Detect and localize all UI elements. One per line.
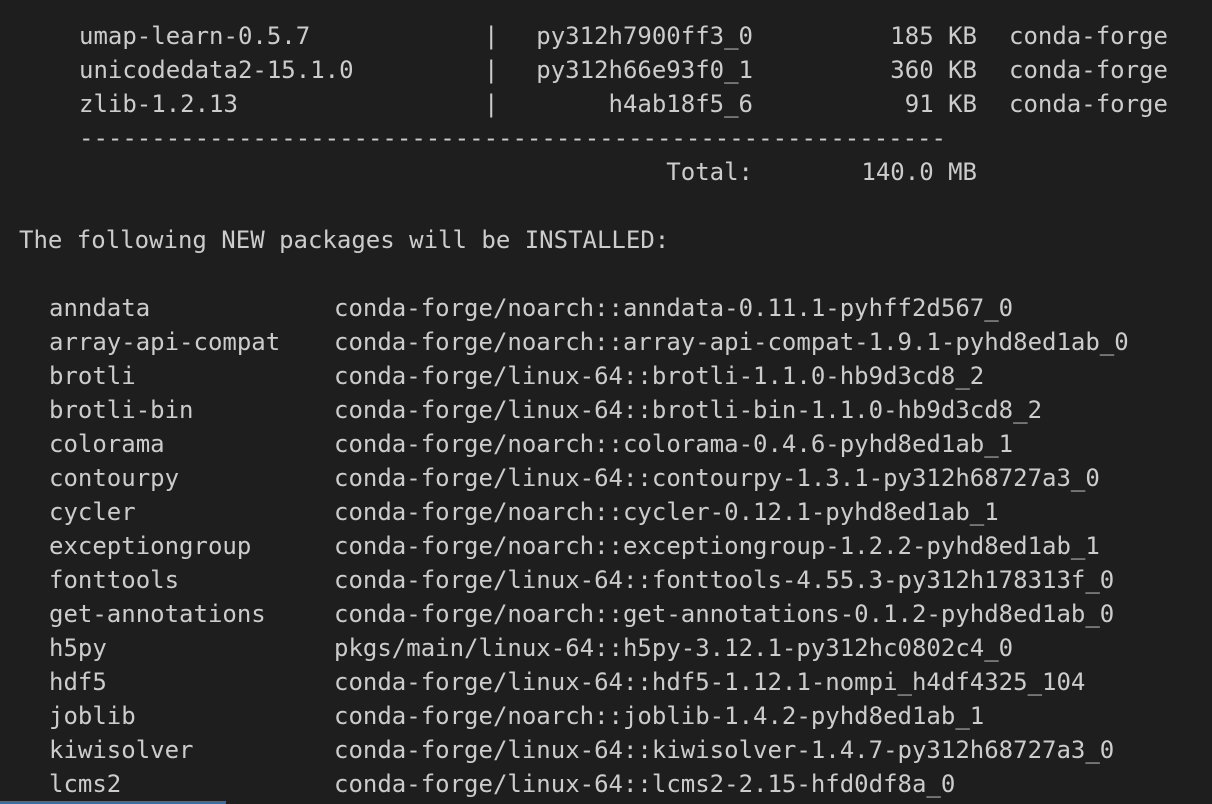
list-item: get-annotations conda-forge/noarch::get-… (0, 597, 1114, 631)
package-name: kiwisolver (49, 736, 194, 764)
package-channel: conda-forge (1009, 22, 1168, 50)
package-spec: conda-forge/noarch::anndata-0.11.1-pyhff… (334, 294, 1014, 322)
package-channel: conda-forge (1009, 90, 1168, 118)
list-item: kiwisolver conda-forge/linux-64::kiwisol… (0, 733, 1114, 767)
package-build: h4ab18f5_6 (608, 90, 754, 118)
list-item: joblib conda-forge/noarch::joblib-1.4.2-… (0, 699, 984, 733)
package-spec: conda-forge/linux-64::kiwisolver-1.4.7-p… (334, 736, 1115, 764)
list-item: brotli-bin conda-forge/linux-64::brotli-… (0, 393, 1042, 427)
package-name: brotli (49, 362, 136, 390)
package-build: py312h66e93f0_1 (536, 56, 753, 84)
table-divider: ----------------------------------------… (79, 124, 946, 152)
list-item: brotli conda-forge/linux-64::brotli-1.1.… (0, 359, 984, 393)
package-spec: conda-forge/noarch::colorama-0.4.6-pyhd8… (334, 430, 1014, 458)
package-name: exceptiongroup (49, 532, 252, 560)
list-item: anndata conda-forge/noarch::anndata-0.11… (0, 291, 1013, 325)
package-spec: pkgs/main/linux-64::h5py-3.12.1-py312hc0… (334, 634, 1014, 662)
list-item: cycler conda-forge/noarch::cycler-0.12.1… (0, 495, 999, 529)
install-header: The following NEW packages will be INSTA… (19, 226, 670, 254)
package-spec: conda-forge/linux-64::lcms2-2.15-hfd0df8… (334, 770, 956, 798)
package-name: joblib (49, 702, 136, 730)
package-name: cycler (49, 498, 136, 526)
package-spec: conda-forge/noarch::array-api-compat-1.9… (334, 328, 1129, 356)
package-spec: conda-forge/noarch::cycler-0.12.1-pyhd8e… (334, 498, 999, 526)
package-spec: conda-forge/linux-64::brotli-1.1.0-hb9d3… (334, 362, 985, 390)
package-spec: conda-forge/linux-64::contourpy-1.3.1-py… (334, 464, 1100, 492)
list-item: h5py pkgs/main/linux-64::h5py-3.12.1-py3… (0, 631, 1013, 665)
table-row: umap-learn-0.5.7 | py312h7900ff3_0 185 K… (0, 19, 1168, 53)
package-name: h5py (49, 634, 107, 662)
package-spec: conda-forge/linux-64::brotli-bin-1.1.0-h… (334, 396, 1043, 424)
package-size: 185 KB (890, 22, 977, 50)
package-name: unicodedata2-15.1.0 (79, 56, 354, 84)
package-name: umap-learn-0.5.7 (79, 22, 311, 50)
package-spec: conda-forge/noarch::exceptiongroup-1.2.2… (334, 532, 1100, 560)
list-item: hdf5 conda-forge/linux-64::hdf5-1.12.1-n… (0, 665, 1085, 699)
list-item: colorama conda-forge/noarch::colorama-0.… (0, 427, 1013, 461)
package-spec: conda-forge/noarch::get-annotations-0.1.… (334, 600, 1115, 628)
package-name: get-annotations (49, 600, 266, 628)
package-name: array-api-compat (49, 328, 281, 356)
package-name: zlib-1.2.13 (79, 90, 238, 118)
package-name: brotli-bin (49, 396, 194, 424)
package-name: lcms2 (49, 770, 122, 798)
table-row: unicodedata2-15.1.0 | py312h66e93f0_1 36… (0, 53, 1168, 87)
list-item: lcms2 conda-forge/linux-64::lcms2-2.15-h… (0, 767, 955, 801)
package-name: colorama (49, 430, 165, 458)
package-size: 360 KB (890, 56, 977, 84)
package-size: 91 KB (904, 90, 977, 118)
package-spec: conda-forge/linux-64::fonttools-4.55.3-p… (334, 566, 1115, 594)
list-item: array-api-compat conda-forge/noarch::arr… (0, 325, 1129, 359)
package-spec: conda-forge/linux-64::hdf5-1.12.1-nompi_… (334, 668, 1086, 696)
package-name: hdf5 (49, 668, 107, 696)
list-item: exceptiongroup conda-forge/noarch::excep… (0, 529, 1100, 563)
total-value: 140.0 MB (861, 158, 977, 186)
total-row: Total: 140.0 MB (0, 155, 977, 189)
package-spec: conda-forge/noarch::joblib-1.4.2-pyhd8ed… (334, 702, 985, 730)
total-label: Total: (666, 158, 753, 186)
table-row: zlib-1.2.13 | h4ab18f5_6 91 KB conda-for… (0, 87, 1168, 121)
package-build: py312h7900ff3_0 (536, 22, 753, 50)
package-channel: conda-forge (1009, 56, 1168, 84)
package-name: fonttools (49, 566, 180, 594)
package-name: anndata (49, 294, 151, 322)
terminal-output[interactable]: umap-learn-0.5.7 | py312h7900ff3_0 185 K… (0, 0, 1212, 804)
list-item: contourpy conda-forge/linux-64::contourp… (0, 461, 1100, 495)
list-item: fonttools conda-forge/linux-64::fonttool… (0, 563, 1114, 597)
package-name: contourpy (49, 464, 180, 492)
